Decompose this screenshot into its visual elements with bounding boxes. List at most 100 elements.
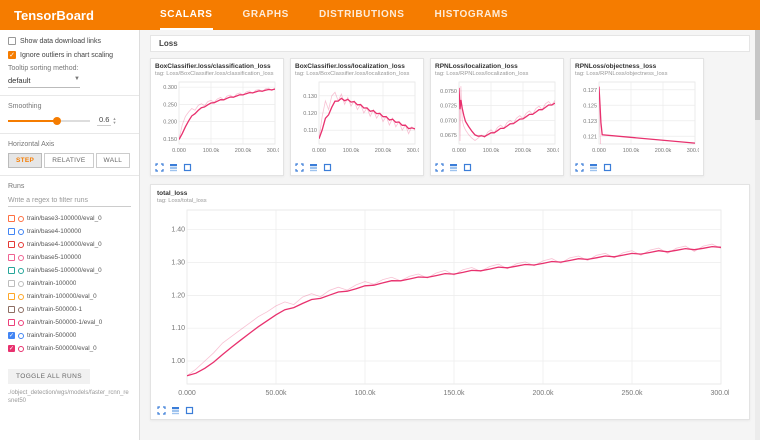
scrollbar-thumb[interactable]: [755, 30, 760, 120]
run-row[interactable]: train/base3-100000/eval_0: [8, 212, 131, 225]
svg-text:200.0k: 200.0k: [515, 148, 532, 154]
svg-text:1.10: 1.10: [171, 325, 185, 332]
axis-relative-button[interactable]: RELATIVE: [44, 153, 93, 168]
settings-checkbox-row[interactable]: Show data download links: [8, 37, 131, 46]
smoothing-value[interactable]: 0.6: [97, 115, 111, 126]
expand-chart-icon[interactable]: [155, 163, 164, 172]
run-checkbox[interactable]: ✓: [8, 332, 15, 339]
run-checkbox[interactable]: [8, 215, 15, 222]
fit-domain-icon[interactable]: [463, 163, 472, 172]
smoothing-section: Smoothing 0.6 ▲▼: [0, 96, 139, 134]
tooltip-sorting-select[interactable]: default ▼: [8, 74, 80, 88]
axis-wall-button[interactable]: WALL: [96, 153, 131, 168]
run-row[interactable]: train/train-100000: [8, 277, 131, 290]
run-checkbox[interactable]: [8, 267, 15, 274]
chart-plot[interactable]: 0.000100.0k200.0k300.0k0.1500.2000.2500.…: [155, 79, 279, 155]
chart-plot[interactable]: 0.000100.0k200.0k300.0k0.06750.07000.072…: [435, 79, 559, 155]
tab-distributions[interactable]: DISTRIBUTIONS: [319, 0, 405, 30]
run-label: train/train-500000-1: [27, 306, 82, 313]
fit-domain-icon[interactable]: [185, 406, 194, 415]
svg-text:300.0k: 300.0k: [267, 148, 279, 154]
tab-scalars[interactable]: SCALARS: [160, 0, 213, 30]
fit-domain-icon[interactable]: [183, 163, 192, 172]
run-color-dot-icon: [18, 294, 24, 300]
axis-step-button[interactable]: STEP: [8, 153, 42, 168]
svg-text:200.0k: 200.0k: [532, 390, 554, 397]
run-selector-icon[interactable]: [169, 163, 178, 172]
run-selector-icon[interactable]: [171, 406, 180, 415]
run-checkbox[interactable]: [8, 319, 15, 326]
run-label: train/train-100000: [27, 280, 76, 287]
run-row[interactable]: train/train-500000-1: [8, 303, 131, 316]
run-row[interactable]: train/base4-100000/eval_0: [8, 238, 131, 251]
svg-text:300.0k: 300.0k: [710, 390, 729, 397]
stepper-arrows-icon[interactable]: ▲▼: [112, 117, 116, 125]
run-label: train/base3-100000/eval_0: [27, 215, 102, 222]
checkbox-label: Show data download links: [20, 37, 101, 46]
expand-chart-icon[interactable]: [575, 163, 584, 172]
svg-text:1.30: 1.30: [171, 260, 185, 267]
chart-title: BoxClassifier.loss/classification_loss: [155, 63, 279, 70]
svg-text:1.20: 1.20: [171, 292, 185, 299]
runs-filter-input[interactable]: [8, 195, 131, 207]
run-selector-icon[interactable]: [309, 163, 318, 172]
settings-checkbox-row[interactable]: ✓Ignore outliers in chart scaling: [8, 51, 131, 60]
tab-graphs[interactable]: GRAPHS: [243, 0, 289, 30]
svg-text:0.150: 0.150: [163, 137, 177, 143]
svg-text:300.0k: 300.0k: [547, 148, 559, 154]
run-row[interactable]: train/base4-100000: [8, 225, 131, 238]
expand-chart-icon[interactable]: [295, 163, 304, 172]
fit-domain-icon[interactable]: [603, 163, 612, 172]
svg-text:100.0k: 100.0k: [203, 148, 220, 154]
run-label: train/base5-100000/eval_0: [27, 267, 102, 274]
tooltip-sorting-value: default: [8, 76, 31, 85]
smoothing-label: Smoothing: [8, 103, 131, 110]
chart-plot[interactable]: 0.000100.0k200.0k300.0k0.1210.1230.1250.…: [575, 79, 699, 155]
run-checkbox[interactable]: [8, 254, 15, 261]
chart-tag: tag: Loss/total_loss: [157, 198, 743, 204]
tag-group-header[interactable]: Loss: [150, 35, 750, 52]
run-row[interactable]: ✓train/train-500000: [8, 329, 131, 342]
expand-chart-icon[interactable]: [435, 163, 444, 172]
chart-plot[interactable]: 0.000100.0k200.0k300.0k0.1100.1200.130: [295, 79, 419, 155]
run-selector-icon[interactable]: [449, 163, 458, 172]
run-row[interactable]: train/base5-100000: [8, 251, 131, 264]
svg-text:100.0k: 100.0k: [343, 148, 360, 154]
scalars-dashboard: Loss BoxClassifier.loss/classification_l…: [140, 30, 760, 440]
chart-tag: tag: Loss/RPNLoss/objectness_loss: [575, 71, 699, 77]
svg-text:0.000: 0.000: [452, 148, 466, 154]
run-label: train/train-500000/eval_0: [27, 345, 97, 352]
run-checkbox[interactable]: [8, 280, 15, 287]
smoothing-slider[interactable]: [8, 120, 90, 122]
run-label: train/train-500000-1/eval_0: [27, 319, 102, 326]
runs-label: Runs: [8, 183, 131, 190]
run-checkbox[interactable]: [8, 306, 15, 313]
chart-title: total_loss: [157, 190, 743, 197]
page-scrollbar[interactable]: [755, 30, 760, 440]
expand-chart-icon[interactable]: [157, 406, 166, 415]
svg-text:0.000: 0.000: [172, 148, 186, 154]
scalar-chart-card: BoxClassifier.loss/classification_loss t…: [150, 58, 284, 176]
svg-text:0.0725: 0.0725: [440, 104, 457, 110]
run-color-dot-icon: [18, 333, 24, 339]
run-checkbox[interactable]: [8, 241, 15, 248]
slider-thumb-icon[interactable]: [53, 117, 61, 125]
svg-text:0.0750: 0.0750: [440, 89, 457, 95]
tooltip-sorting-label: Tooltip sorting method:: [8, 65, 131, 72]
run-row[interactable]: train/train-100000/eval_0: [8, 290, 131, 303]
run-checkbox[interactable]: [8, 293, 15, 300]
run-selector-icon[interactable]: [589, 163, 598, 172]
run-checkbox[interactable]: [8, 228, 15, 235]
run-row[interactable]: ✓ train/train-500000/eval_0: [8, 342, 131, 355]
checkbox-icon[interactable]: ✓: [8, 51, 16, 59]
run-checkbox[interactable]: ✓: [8, 345, 15, 352]
total-loss-plot[interactable]: 0.00050.00k100.0k150.0k200.0k250.0k300.0…: [157, 206, 729, 398]
runs-list[interactable]: train/base3-100000/eval_0 train/base4-100…: [8, 212, 131, 364]
fit-domain-icon[interactable]: [323, 163, 332, 172]
toggle-all-runs-button[interactable]: TOGGLE ALL RUNS: [8, 369, 90, 384]
tab-histograms[interactable]: HISTOGRAMS: [435, 0, 509, 30]
run-row[interactable]: train/base5-100000/eval_0: [8, 264, 131, 277]
run-row[interactable]: train/train-500000-1/eval_0: [8, 316, 131, 329]
checkbox-icon[interactable]: [8, 37, 16, 45]
run-color-dot-icon: [18, 229, 24, 235]
